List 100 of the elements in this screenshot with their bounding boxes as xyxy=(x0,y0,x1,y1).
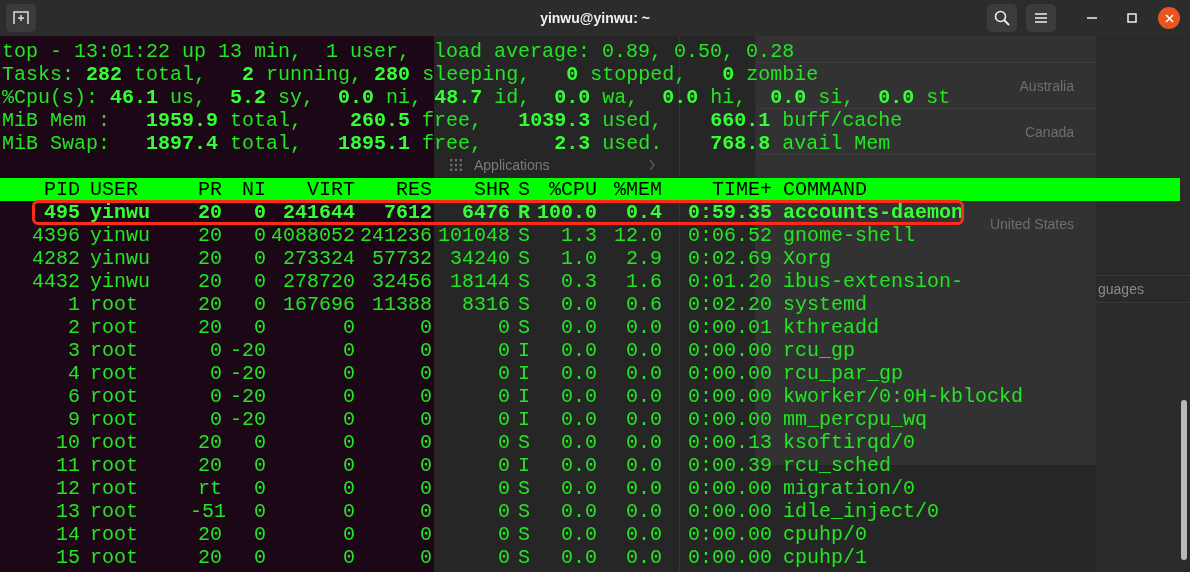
scrollbar[interactable] xyxy=(1181,400,1187,560)
table-cell-text: 0:00.00 xyxy=(687,408,772,431)
column-header[interactable]: %CPU xyxy=(530,178,597,201)
table-cell-text: 12.0 xyxy=(613,224,662,247)
chevron-icon xyxy=(649,159,655,171)
column-header[interactable]: NI xyxy=(222,178,266,201)
menu-icon xyxy=(1035,13,1047,23)
column-header[interactable]: TIME+ xyxy=(662,178,772,201)
table-cell-text: 4282 xyxy=(31,247,80,270)
table-cell-text: 13 xyxy=(55,500,80,523)
table-cell-text: 241644 xyxy=(282,201,355,224)
table-cell-text: 0 xyxy=(253,431,266,454)
column-header[interactable]: COMMAND xyxy=(772,178,867,201)
table-cell-text: 0 xyxy=(342,454,355,477)
grid-icon xyxy=(450,159,462,171)
table-cell-text: root xyxy=(89,316,139,339)
table-cell-text: 0 xyxy=(497,339,510,362)
table-cell-text: 20 xyxy=(197,454,222,477)
table-cell-text: 0 xyxy=(342,362,355,385)
table-cell-text: 0 xyxy=(342,546,355,569)
new-tab-button[interactable] xyxy=(6,4,36,32)
table-cell-text: 0 xyxy=(253,477,266,500)
table-cell-text: 0.0 xyxy=(560,339,597,362)
table-cell-text: 0 xyxy=(419,362,432,385)
table-cell-text: 0:06.52 xyxy=(687,224,772,247)
table-cell-text: 6476 xyxy=(461,201,510,224)
table-cell-text: I xyxy=(517,362,530,385)
table-cell-text: migration/0 xyxy=(782,477,916,500)
summary-line: %Cpu(s): 46.1 us, 5.2 sy, 0.0 ni, 48.7 id, 0.0 wa, 0.0 hi, 0.0 si, 0.0 st xyxy=(1,86,951,109)
table-cell-text: 0 xyxy=(419,546,432,569)
table-cell-text: kthreadd xyxy=(782,316,879,339)
table-cell-text: I xyxy=(517,408,530,431)
table-cell-text: 20 xyxy=(197,316,222,339)
table-cell-text: 0:00.00 xyxy=(687,523,772,546)
search-icon xyxy=(994,10,1010,26)
table-cell-text: 0.0 xyxy=(560,385,597,408)
table-cell-text: gnome-shell xyxy=(782,224,916,247)
table-cell-text: -20 xyxy=(229,339,266,362)
table-cell-text: 0:00.00 xyxy=(687,500,772,523)
table-cell-text: 0 xyxy=(497,385,510,408)
table-cell-text: 2.9 xyxy=(625,247,662,270)
table-cell-text: 0:00.00 xyxy=(687,362,772,385)
table-cell-text: 0 xyxy=(342,339,355,362)
table-cell-text: 0 xyxy=(342,385,355,408)
table-cell-text: 20 xyxy=(197,270,222,293)
column-header[interactable]: %MEM xyxy=(597,178,662,201)
table-cell-text: 0 xyxy=(253,270,266,293)
table-cell-text: 0.0 xyxy=(560,546,597,569)
column-header[interactable]: USER xyxy=(80,178,190,201)
table-cell-text: yinwu xyxy=(89,201,151,224)
table-cell-text: 4088052 xyxy=(270,224,355,247)
table-cell-text: S xyxy=(517,477,530,500)
table-cell-text: -20 xyxy=(229,385,266,408)
column-header[interactable]: S xyxy=(510,178,530,201)
table-cell-text: yinwu xyxy=(89,224,151,247)
table-cell-text: 0.0 xyxy=(625,523,662,546)
column-header[interactable]: RES xyxy=(355,178,432,201)
sidebar-item[interactable]: Applications xyxy=(434,153,679,177)
column-header[interactable]: VIRT xyxy=(266,178,355,201)
menu-button[interactable] xyxy=(1026,4,1056,32)
column-header[interactable]: SHR xyxy=(432,178,510,201)
table-cell-text: root xyxy=(89,385,139,408)
table-cell-text: 0.0 xyxy=(625,385,662,408)
table-cell-text: 1.3 xyxy=(560,224,597,247)
table-cell-text: root xyxy=(89,339,139,362)
table-cell-text: 0:00.00 xyxy=(687,546,772,569)
table-cell-text: 0:00.01 xyxy=(687,316,772,339)
table-cell-text: 0 xyxy=(253,201,266,224)
table-cell-text: 1.0 xyxy=(560,247,597,270)
search-button[interactable] xyxy=(987,4,1017,32)
table-cell-text: 0:01.20 xyxy=(687,270,772,293)
table-cell-text: root xyxy=(89,431,139,454)
table-cell-text: 0.0 xyxy=(560,293,597,316)
table-cell-text: 0 xyxy=(209,339,222,362)
column-header[interactable]: PID xyxy=(0,178,80,201)
table-cell-text: ksoftirqd/0 xyxy=(782,431,916,454)
column-header[interactable]: PR xyxy=(190,178,222,201)
table-cell-text: 0.0 xyxy=(560,500,597,523)
table-cell-text: 0 xyxy=(419,523,432,546)
table-cell-text: S xyxy=(517,500,530,523)
table-cell-text: 278720 xyxy=(282,270,355,293)
table-cell-text: accounts-daemon xyxy=(782,201,964,224)
side-label: guages xyxy=(1098,281,1144,297)
table-cell-text: cpuhp/1 xyxy=(782,546,867,569)
table-cell-text: 0 xyxy=(342,500,355,523)
table-cell-text: root xyxy=(89,454,139,477)
summary-line: MiB Swap: 1897.4 total, 1895.1 free, 2.3 used. 768.8 avail Mem xyxy=(1,132,891,155)
table-cell-text: 12 xyxy=(55,477,80,500)
table-cell-text: 0 xyxy=(342,523,355,546)
table-cell-text: S xyxy=(517,431,530,454)
table-cell-text: 0 xyxy=(253,454,266,477)
table-cell-text: 6 xyxy=(67,385,80,408)
table-cell-text: 20 xyxy=(197,431,222,454)
table-cell-text: mm_percpu_wq xyxy=(782,408,928,431)
table-cell-text: 0 xyxy=(419,339,432,362)
summary-line: MiB Mem : 1959.9 total, 260.5 free, 1039.3 used, 660.1 buff/cache xyxy=(1,109,903,132)
table-cell-text: 0 xyxy=(253,523,266,546)
table-cell-text: 0 xyxy=(419,316,432,339)
close-button[interactable] xyxy=(1158,7,1180,29)
region-label: Canada xyxy=(1024,123,1074,140)
